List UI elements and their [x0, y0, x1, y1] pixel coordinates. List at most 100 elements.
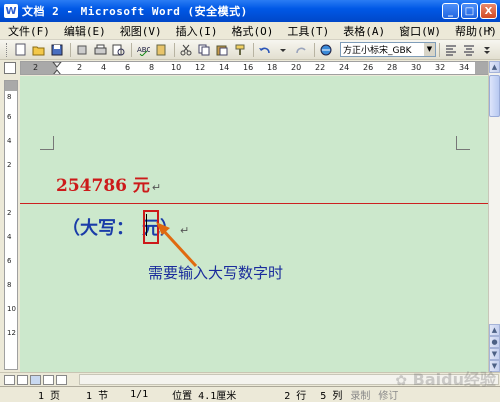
ruler-number: 22 [315, 63, 326, 72]
title-bar: W 文档 2 - Microsoft Word (安全模式) _ □ X [0, 0, 500, 22]
web-view-icon[interactable] [17, 374, 28, 385]
ruler-number: 34 [459, 63, 470, 72]
ruler-number: 12 [195, 63, 206, 72]
ruler-number: 2 [77, 63, 83, 72]
baidu-watermark: ✿ Baidu经验 [395, 366, 496, 390]
status-section: 1 节 [86, 391, 109, 402]
ruler-number: 4 [101, 63, 107, 72]
svg-text:ABC: ABC [137, 46, 150, 54]
ruler-number: 2 [7, 161, 12, 169]
ruler-number: 28 [387, 63, 398, 72]
vertical-scrollbar[interactable]: ▲ ▲ ● ▼ ▼ [488, 61, 500, 372]
scroll-thumb[interactable] [489, 75, 500, 117]
word-app-icon[interactable]: W [4, 4, 18, 18]
status-page-of: 1/1 [130, 389, 149, 400]
font-name-value: 方正小标宋_GBK [343, 46, 412, 56]
ruler-number: 30 [411, 63, 422, 72]
maximize-button[interactable]: □ [461, 3, 478, 19]
menu-bar: 文件(F) 编辑(E) 视图(V) 插入(I) 格式(O) 工具(T) 表格(A… [0, 22, 500, 40]
align-center-icon[interactable] [461, 42, 477, 58]
cut-icon[interactable] [178, 42, 194, 58]
paste-icon[interactable] [214, 42, 230, 58]
redo-icon[interactable] [293, 42, 309, 58]
menu-edit[interactable]: 编辑(E) [64, 23, 106, 39]
ruler-number: 24 [339, 63, 350, 72]
outline-view-icon[interactable] [43, 374, 54, 385]
chevron-down-icon[interactable]: ▼ [424, 43, 435, 56]
minimize-button[interactable]: _ [442, 3, 459, 19]
font-name-select[interactable]: 方正小标宋_GBK ▼ [340, 42, 436, 57]
toolbar-separator [131, 42, 132, 57]
menu-file[interactable]: 文件(F) [8, 23, 50, 39]
menu-table[interactable]: 表格(A) [343, 23, 385, 39]
annotation-text: 需要输入大写数字时 [148, 264, 284, 282]
spelling-icon[interactable]: ABC [135, 42, 151, 58]
new-document-icon[interactable] [13, 42, 29, 58]
ruler-number: 12 [7, 329, 16, 337]
ruler-number: 10 [171, 63, 182, 72]
status-column: 5 列 [320, 391, 343, 402]
print-preview-icon[interactable] [110, 42, 126, 58]
open-folder-icon[interactable] [31, 42, 47, 58]
permission-icon[interactable] [74, 42, 90, 58]
previous-page-icon[interactable]: ▲ [489, 324, 500, 336]
format-painter-icon[interactable] [232, 42, 248, 58]
ruler-right-margin [475, 62, 489, 74]
copy-icon[interactable] [196, 42, 212, 58]
ruler-number: 16 [243, 63, 254, 72]
ruler-number: 14 [219, 63, 230, 72]
save-icon[interactable] [49, 42, 65, 58]
ruler-number: 6 [125, 63, 131, 72]
normal-view-icon[interactable] [4, 374, 15, 385]
status-line: 2 行 [284, 391, 307, 402]
research-icon[interactable] [153, 42, 169, 58]
vertical-ruler[interactable]: 8 6 4 2 2 4 6 8 10 12 [4, 80, 18, 370]
watermark-text: Baidu经验 [412, 370, 496, 389]
indent-marker-icon[interactable] [51, 62, 63, 75]
menu-insert[interactable]: 插入(I) [176, 23, 218, 39]
menu-view[interactable]: 视图(V) [120, 23, 162, 39]
ruler-number: 8 [7, 93, 12, 101]
print-icon[interactable] [92, 42, 108, 58]
status-record[interactable]: 录制 [346, 387, 374, 402]
ruler-number: 6 [7, 113, 12, 121]
menu-format[interactable]: 格式(O) [232, 23, 274, 39]
toolbar-separator [70, 42, 71, 57]
scroll-up-icon[interactable]: ▲ [489, 61, 500, 73]
ruler-number: 4 [7, 137, 12, 145]
menu-window[interactable]: 窗口(W) [399, 23, 441, 39]
standard-toolbar: ABC 方正小标宋_GBK ▼ [0, 40, 500, 60]
close-button[interactable]: X [480, 3, 497, 19]
window-title: 文档 2 - Microsoft Word (安全模式) [22, 5, 248, 18]
ruler-top-margin [5, 81, 17, 91]
paw-icon: ✿ [395, 373, 408, 389]
toolbar-separator [253, 42, 254, 57]
horizontal-ruler[interactable]: 2 2 4 6 8 10 12 14 16 18 20 22 24 26 28 … [20, 61, 490, 75]
ruler-number: 32 [435, 63, 446, 72]
document-close-icon[interactable]: × [484, 24, 496, 36]
select-browse-object-icon[interactable]: ● [489, 336, 500, 348]
toolbar-separator [439, 42, 440, 57]
tab-selector[interactable] [4, 62, 16, 74]
toolbar-grip[interactable] [6, 42, 9, 57]
ruler-number: 6 [7, 257, 12, 265]
next-page-icon[interactable]: ▼ [489, 348, 500, 360]
reading-view-icon[interactable] [56, 374, 67, 385]
ruler-number: 8 [149, 63, 155, 72]
hyperlink-icon[interactable] [318, 42, 334, 58]
toolbar-separator [174, 42, 175, 57]
menu-tools[interactable]: 工具(T) [287, 23, 329, 39]
ruler-number: 18 [267, 63, 278, 72]
ruler-number: 2 [7, 209, 12, 217]
print-layout-icon[interactable] [30, 374, 41, 385]
undo-dropdown-icon[interactable] [275, 42, 291, 58]
ruler-number: 10 [7, 305, 16, 313]
undo-icon[interactable] [257, 42, 273, 58]
ruler-number: 2 [33, 63, 39, 72]
document-canvas[interactable]: 254786 元↵ （大写：元）↵ 需要输入大写数字时 [20, 76, 488, 372]
ruler-number: 8 [7, 281, 12, 289]
ruler-number: 4 [7, 233, 12, 241]
align-left-icon[interactable] [443, 42, 459, 58]
toolbar-options-icon[interactable] [479, 42, 495, 58]
toolbar-separator [314, 42, 315, 57]
